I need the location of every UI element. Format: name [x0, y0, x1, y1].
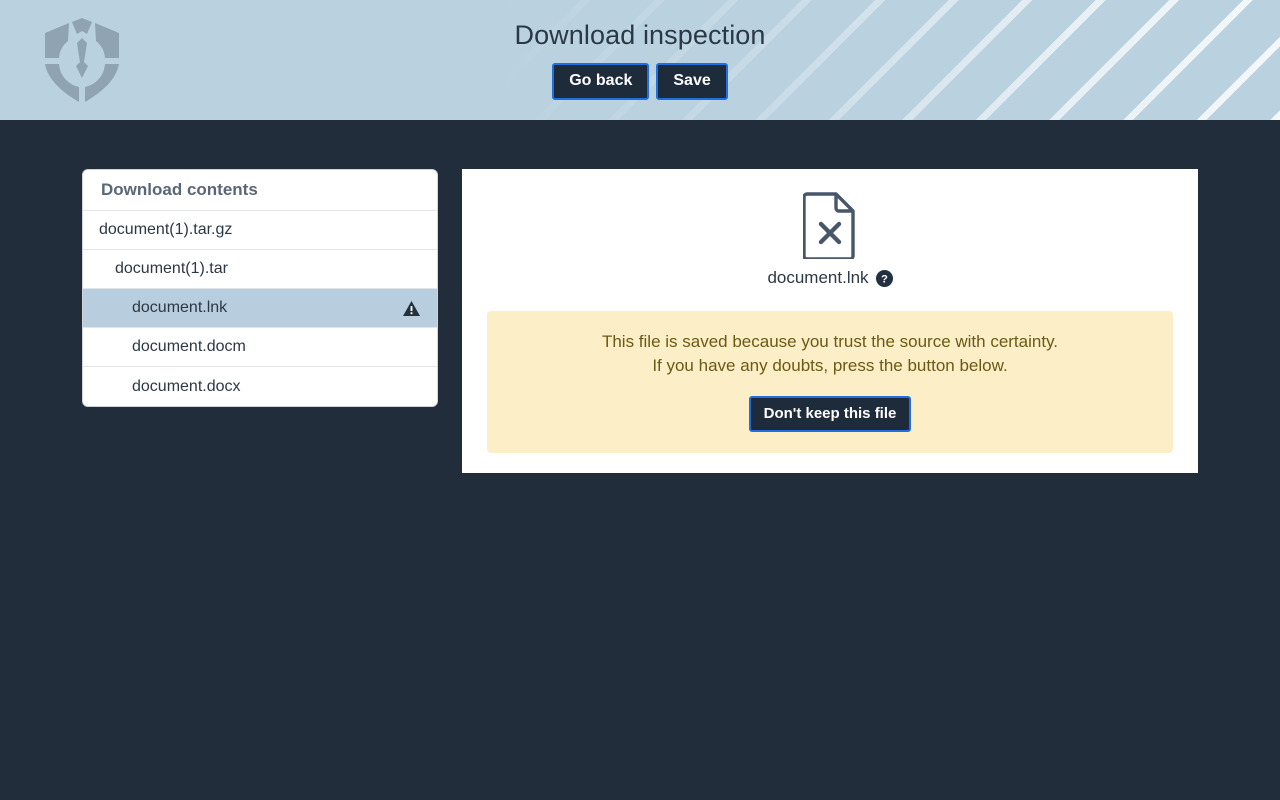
download-contents-panel: Download contents document(1).tar.gz docu…	[82, 169, 438, 407]
file-list-item[interactable]: document(1).tar	[83, 250, 437, 289]
file-list-item-label: document.lnk	[132, 299, 228, 316]
trust-alert-box: This file is saved because you trust the…	[487, 311, 1173, 454]
save-button[interactable]: Save	[656, 63, 728, 100]
page-content: Download contents document(1).tar.gz docu…	[0, 120, 1280, 800]
app-header: Download inspection Go back Save	[0, 0, 1280, 120]
file-name-row: document.lnk ?	[462, 268, 1198, 288]
alert-text-line-1: This file is saved because you trust the…	[601, 332, 1059, 351]
file-list-item-label: document.docm	[132, 338, 246, 355]
alert-text-line-2: If you have any doubts, press the button…	[652, 356, 1008, 376]
download-contents-list: document(1).tar.gz document(1).tar documen…	[83, 211, 437, 406]
file-list-item[interactable]: document.docx	[83, 367, 437, 406]
go-back-button[interactable]: Go back	[552, 63, 650, 100]
file-name-label: document.lnk	[767, 268, 869, 287]
file-list-item[interactable]: document(1).tar.gz	[83, 211, 437, 250]
sidebar-title: Download contents	[83, 170, 437, 211]
file-list-item-label: document(1).tar	[115, 260, 228, 277]
help-circle-icon[interactable]: ?	[875, 269, 893, 287]
file-detail-panel: document.lnk ? This file is saved becaus…	[462, 169, 1198, 473]
file-list-item-label: document(1).tar.gz	[99, 221, 233, 238]
page-title: Download inspection	[514, 20, 766, 50]
file-list-item[interactable]: document.docm	[83, 328, 437, 367]
svg-text:?: ?	[881, 273, 888, 285]
header-center: Download inspection Go back Save	[0, 0, 1280, 100]
warning-triangle-icon	[402, 300, 421, 317]
dont-keep-this-file-button[interactable]: Don't keep this file	[748, 396, 912, 433]
file-x-icon	[462, 191, 1198, 259]
header-button-group: Go back Save	[552, 63, 728, 100]
file-list-item[interactable]: document.lnk	[83, 289, 437, 328]
file-list-item-label: document.docx	[132, 377, 241, 395]
